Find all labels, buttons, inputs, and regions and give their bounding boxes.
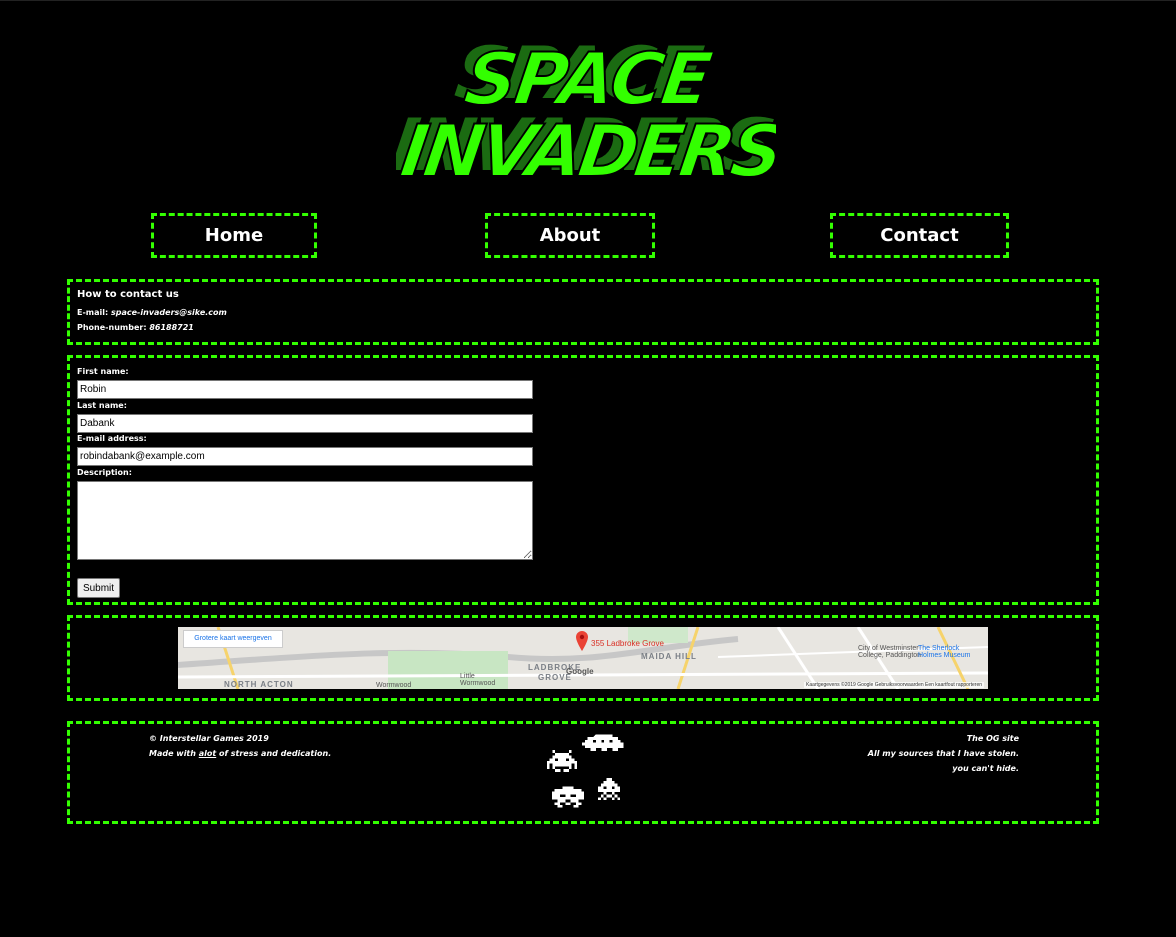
top-border bbox=[0, 0, 1176, 1]
svg-text:INVADERS: INVADERS bbox=[396, 110, 776, 182]
map-pin-label: 355 Ladbroke Grove bbox=[591, 639, 664, 648]
stress-text: of stress and bbox=[219, 749, 278, 758]
contact-email: E-mail: space-invaders@sike.com bbox=[77, 308, 227, 317]
nav-about-button[interactable]: About bbox=[485, 213, 655, 258]
map-section: Grotere kaart weergeven 355 Ladbroke Gro… bbox=[67, 615, 1099, 701]
made-with-text: Made with alot of stress and dedication. bbox=[149, 749, 331, 758]
nav-contact-button[interactable]: Contact bbox=[830, 213, 1009, 258]
first-name-input[interactable] bbox=[77, 380, 533, 399]
map-area-label: NORTH ACTON bbox=[224, 680, 294, 689]
contact-info-section: How to contact us E-mail: space-invaders… bbox=[67, 279, 1099, 345]
email-address-input[interactable] bbox=[77, 447, 533, 466]
email-value: space-invaders@sike.com bbox=[111, 308, 227, 317]
cant-hide-link[interactable]: you can't hide. bbox=[952, 764, 1019, 773]
map-area-label: MAIDA HILL bbox=[641, 652, 697, 661]
made-with-label: Made with bbox=[149, 749, 196, 758]
embedded-map[interactable]: Grotere kaart weergeven 355 Ladbroke Gro… bbox=[178, 627, 988, 689]
contact-form: First name: Last name: E-mail address: D… bbox=[67, 355, 1099, 605]
contact-phone: Phone-number: 86188721 bbox=[77, 323, 194, 332]
description-textarea[interactable] bbox=[77, 481, 533, 560]
google-logo: Google bbox=[566, 667, 594, 676]
submit-button[interactable]: Submit bbox=[77, 578, 120, 598]
phone-label: Phone-number: bbox=[77, 323, 147, 332]
ufo-invader-icon bbox=[582, 734, 624, 751]
map-place-label: The Sherlock Holmes Museum bbox=[918, 645, 971, 659]
dedication-text: dedication. bbox=[280, 749, 332, 758]
og-site-link[interactable]: The OG site bbox=[967, 734, 1019, 743]
map-street-label: Little Wormwood bbox=[460, 673, 496, 687]
squid-invader-icon bbox=[598, 778, 620, 800]
email-label: E-mail: bbox=[77, 308, 109, 317]
email-address-label: E-mail address: bbox=[77, 434, 147, 443]
last-name-label: Last name: bbox=[77, 401, 127, 410]
nav-home-button[interactable]: Home bbox=[151, 213, 317, 258]
alot-text: alot bbox=[198, 749, 217, 758]
map-attribution[interactable]: Kaartgegevens ©2019 Google Gebruiksvoorw… bbox=[803, 682, 984, 688]
map-street-label: Wormwood bbox=[376, 682, 412, 689]
description-label: Description: bbox=[77, 468, 132, 477]
footer: © Interstellar Games 2019 Made with alot… bbox=[67, 721, 1099, 824]
octopus-invader-icon bbox=[552, 786, 584, 808]
larger-map-link[interactable]: Grotere kaart weergeven bbox=[183, 630, 283, 648]
last-name-input[interactable] bbox=[77, 414, 533, 433]
space-invaders-logo: SPACE SPACE INVADERS INVADERS bbox=[396, 32, 776, 182]
first-name-label: First name: bbox=[77, 367, 129, 376]
phone-value: 86188721 bbox=[149, 323, 194, 332]
contact-title: How to contact us bbox=[77, 289, 179, 300]
copyright-text: © Interstellar Games 2019 bbox=[149, 734, 269, 743]
crab-invader-icon bbox=[547, 750, 577, 772]
map-pin-icon bbox=[576, 631, 588, 651]
sources-link[interactable]: All my sources that I have stolen. bbox=[868, 749, 1019, 758]
